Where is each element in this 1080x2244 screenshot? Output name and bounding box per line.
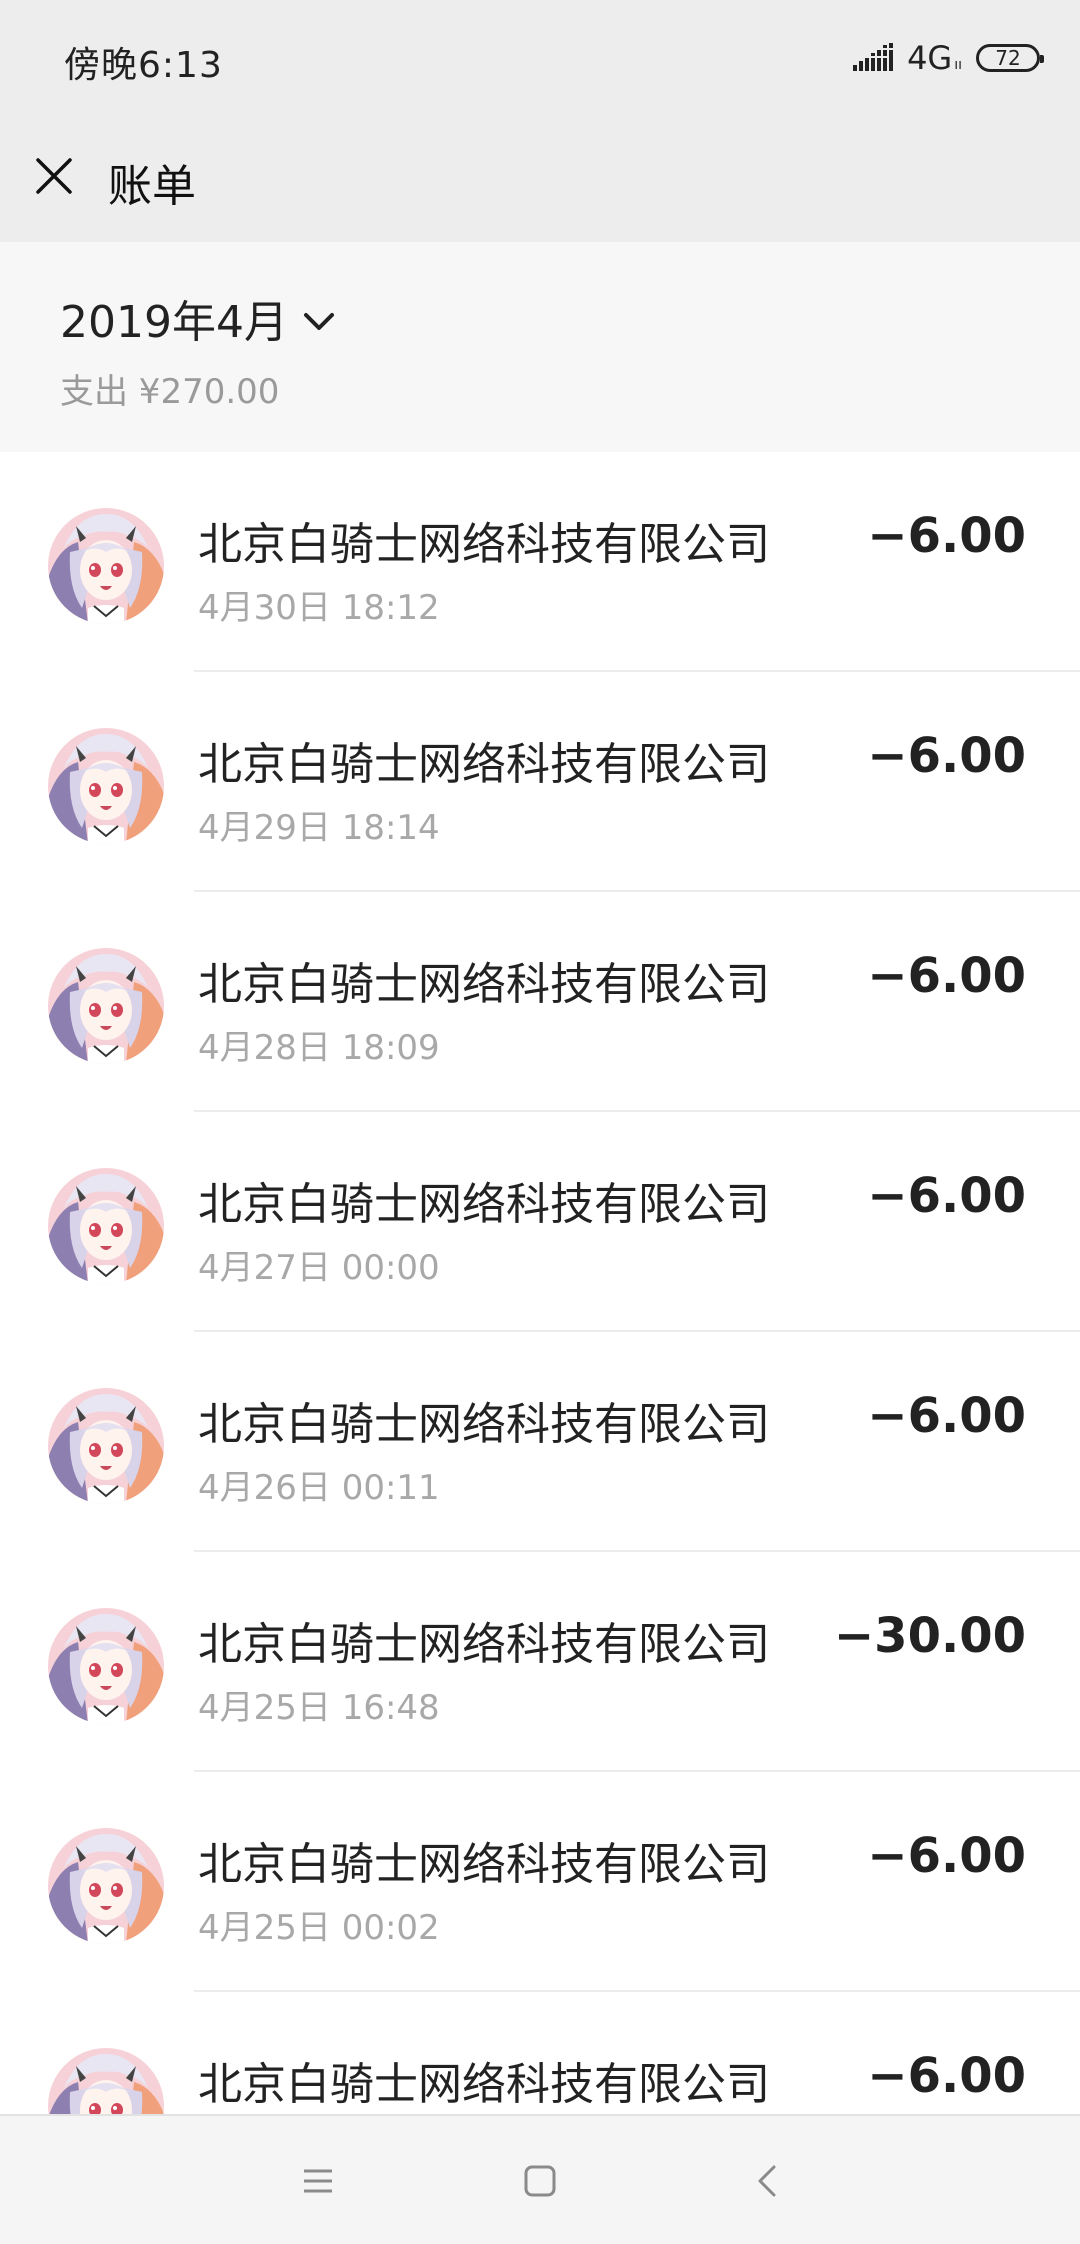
transaction-amount: −6.00 <box>867 2048 1026 2104</box>
avatar <box>48 948 164 1064</box>
network-label: 4G ıı <box>907 39 962 77</box>
transaction-time: 4月30日 18:12 <box>198 588 440 628</box>
transaction-time: 4月29日 18:14 <box>198 808 440 848</box>
menu-icon[interactable] <box>298 2161 338 2201</box>
home-icon[interactable] <box>520 2161 560 2201</box>
transaction-row[interactable]: 北京白骑士网络科技有限公司 4月28日 18:09 −6.00 <box>0 892 1080 1112</box>
transaction-time: 4月25日 00:02 <box>198 1908 440 1948</box>
transaction-time: 4月26日 00:11 <box>198 1468 440 1508</box>
merchant-name: 北京白骑士网络科技有限公司 <box>198 739 770 790</box>
merchant-name: 北京白骑士网络科技有限公司 <box>198 2059 770 2110</box>
transaction-amount: −6.00 <box>867 1828 1026 1884</box>
avatar <box>48 1828 164 1944</box>
status-bar: 傍晚6:13 4G ıı 72 <box>0 0 1080 120</box>
transaction-row[interactable]: 北京白骑士网络科技有限公司 4月26日 00:11 −6.00 <box>0 1332 1080 1552</box>
transaction-amount: −6.00 <box>867 508 1026 564</box>
avatar <box>48 508 164 624</box>
merchant-name: 北京白骑士网络科技有限公司 <box>198 1839 770 1890</box>
transaction-time: 4月27日 00:00 <box>198 1248 440 1288</box>
transaction-row[interactable]: 北京白骑士网络科技有限公司 4月25日 00:02 −6.00 <box>0 1772 1080 1992</box>
status-indicators: 4G ıı 72 <box>853 38 1044 78</box>
avatar <box>48 1168 164 1284</box>
title-bar: 账单 <box>0 120 1080 242</box>
status-time: 傍晚6:13 <box>64 45 223 86</box>
merchant-name: 北京白骑士网络科技有限公司 <box>198 1619 770 1670</box>
transaction-time: 4月25日 16:48 <box>198 1688 440 1728</box>
battery-level: 72 <box>995 46 1021 70</box>
month-summary: 2019年4月 支出 ¥270.00 <box>0 242 1080 452</box>
page-title: 账单 <box>108 161 196 212</box>
merchant-name: 北京白骑士网络科技有限公司 <box>198 959 770 1010</box>
battery-icon: 72 <box>976 44 1044 72</box>
chevron-down-icon <box>303 313 334 330</box>
close-icon[interactable] <box>34 156 74 196</box>
merchant-name: 北京白骑士网络科技有限公司 <box>198 1179 770 1230</box>
month-label: 2019年4月 <box>60 297 288 348</box>
expense-total: 支出 ¥270.00 <box>60 372 280 412</box>
transaction-time: 4月28日 18:09 <box>198 1028 440 1068</box>
month-selector[interactable]: 2019年4月 <box>60 286 336 350</box>
avatar <box>48 1388 164 1504</box>
back-icon[interactable] <box>748 2161 788 2201</box>
signal-icon <box>853 43 894 71</box>
transaction-amount: −6.00 <box>867 728 1026 784</box>
transaction-list: 北京白骑士网络科技有限公司 4月30日 18:12 −6.00 北京白骑士网络科… <box>0 452 1080 2212</box>
merchant-name: 北京白骑士网络科技有限公司 <box>198 519 770 570</box>
system-nav-bar <box>0 2114 1080 2244</box>
transaction-amount: −30.00 <box>833 1608 1026 1664</box>
transaction-amount: −6.00 <box>867 948 1026 1004</box>
transaction-row[interactable]: 北京白骑士网络科技有限公司 4月29日 18:14 −6.00 <box>0 672 1080 892</box>
transaction-amount: −6.00 <box>867 1388 1026 1444</box>
avatar <box>48 728 164 844</box>
transaction-amount: −6.00 <box>867 1168 1026 1224</box>
transaction-row[interactable]: 北京白骑士网络科技有限公司 4月27日 00:00 −6.00 <box>0 1112 1080 1332</box>
merchant-name: 北京白骑士网络科技有限公司 <box>198 1399 770 1450</box>
avatar <box>48 1608 164 1724</box>
transaction-row[interactable]: 北京白骑士网络科技有限公司 4月30日 18:12 −6.00 <box>0 452 1080 672</box>
transaction-row[interactable]: 北京白骑士网络科技有限公司 4月25日 16:48 −30.00 <box>0 1552 1080 1772</box>
